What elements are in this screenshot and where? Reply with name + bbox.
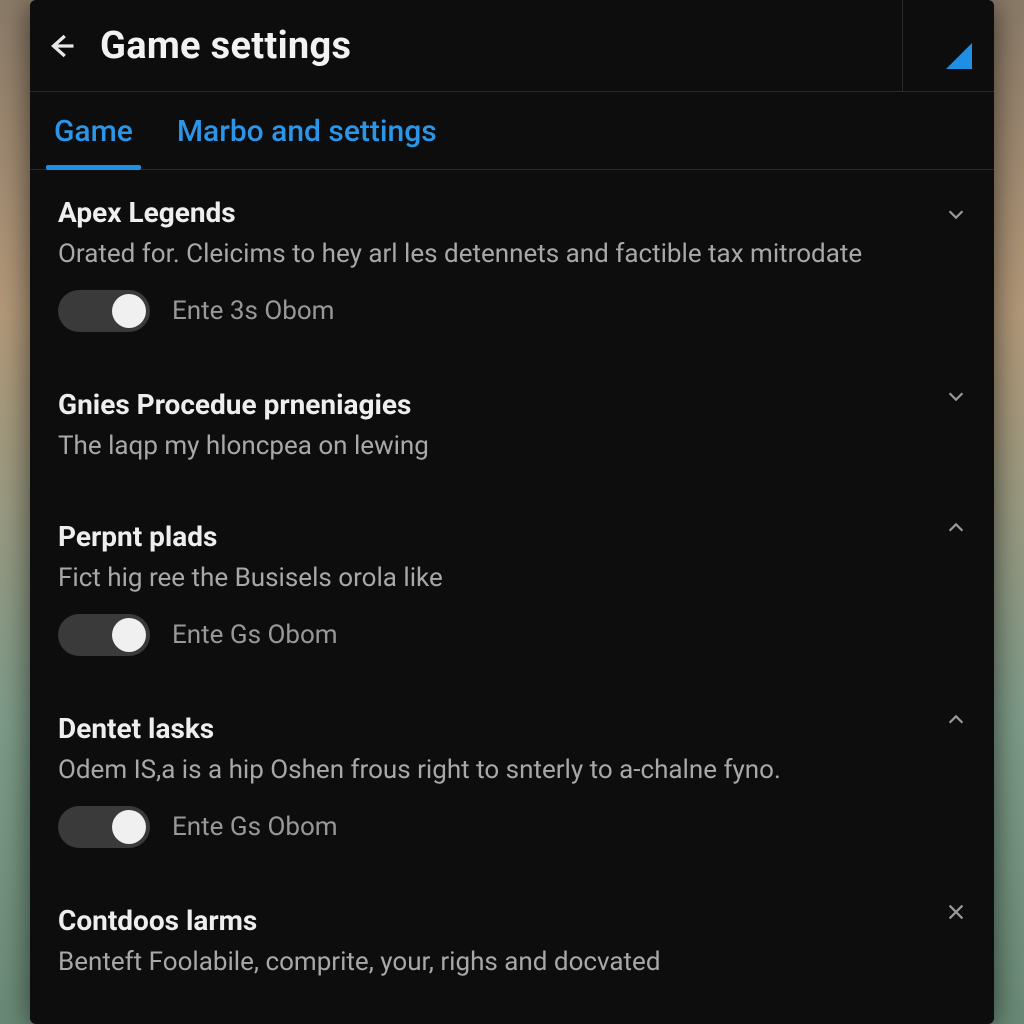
signal-button[interactable] bbox=[902, 0, 994, 92]
expand-toggle-apex[interactable] bbox=[942, 200, 970, 228]
expand-toggle-gnies[interactable] bbox=[942, 382, 970, 410]
chevron-up-icon bbox=[945, 517, 967, 539]
chevron-down-icon bbox=[945, 385, 967, 407]
section-title: Contdoos larms bbox=[58, 904, 966, 937]
page-title: Game settings bbox=[100, 24, 351, 68]
toggle-switch-apex[interactable] bbox=[58, 290, 150, 332]
chevron-up-icon bbox=[945, 709, 967, 731]
section-dentet: Dentet lasks Odem IS,a is a hip Oshen fr… bbox=[30, 684, 994, 876]
toggle-switch-perpnt[interactable] bbox=[58, 614, 150, 656]
section-title: Apex Legends bbox=[58, 196, 966, 229]
toggle-label: Ente 3s Obom bbox=[172, 296, 334, 326]
collapse-toggle-perpnt[interactable] bbox=[942, 514, 970, 542]
section-perpnt: Perpnt plads Fict hig ree the Busisels o… bbox=[30, 492, 994, 684]
toggle-row: Ente Gs Obom bbox=[58, 614, 966, 656]
section-description: Fict hig ree the Busisels orola like bbox=[58, 561, 966, 596]
toggle-label: Ente Gs Obom bbox=[172, 812, 338, 842]
panel-header: Game settings bbox=[30, 0, 994, 92]
close-icon bbox=[945, 901, 967, 923]
section-contdoos: Contdoos larms Benteft Foolabile, compri… bbox=[30, 876, 994, 1008]
section-gnies: Gnies Procedue prneniagies The laqp my h… bbox=[30, 360, 994, 492]
section-description: Benteft Foolabile, comprite, your, righs… bbox=[58, 945, 966, 980]
tab-game[interactable]: Game bbox=[48, 96, 139, 169]
tab-marbo-and-settings[interactable]: Marbo and settings bbox=[171, 96, 443, 169]
back-button[interactable] bbox=[30, 0, 92, 92]
section-description: The laqp my hloncpea on lewing bbox=[58, 429, 966, 464]
toggle-knob bbox=[112, 618, 146, 652]
section-description: Orated for. Cleicims to hey arl les dete… bbox=[58, 237, 966, 272]
toggle-label: Ente Gs Obom bbox=[172, 620, 338, 650]
settings-content: Apex Legends Orated for. Cleicims to hey… bbox=[30, 170, 994, 1024]
section-apex: Apex Legends Orated for. Cleicims to hey… bbox=[30, 178, 994, 360]
collapse-toggle-dentet[interactable] bbox=[942, 706, 970, 734]
section-title: Dentet lasks bbox=[58, 712, 966, 745]
settings-panel: Game settings Game Marbo and settings Ap… bbox=[30, 0, 994, 1024]
toggle-row: Ente 3s Obom bbox=[58, 290, 966, 332]
dismiss-contdoos[interactable] bbox=[942, 898, 970, 926]
signal-icon bbox=[946, 43, 972, 69]
arrow-left-icon bbox=[46, 31, 76, 61]
toggle-knob bbox=[112, 294, 146, 328]
toggle-switch-dentet[interactable] bbox=[58, 806, 150, 848]
tab-bar: Game Marbo and settings bbox=[30, 92, 994, 170]
section-title: Perpnt plads bbox=[58, 520, 966, 553]
chevron-down-icon bbox=[945, 203, 967, 225]
section-description: Odem IS,a is a hip Oshen frous right to … bbox=[58, 753, 966, 788]
section-title: Gnies Procedue prneniagies bbox=[58, 388, 966, 421]
toggle-row: Ente Gs Obom bbox=[58, 806, 966, 848]
toggle-knob bbox=[112, 810, 146, 844]
